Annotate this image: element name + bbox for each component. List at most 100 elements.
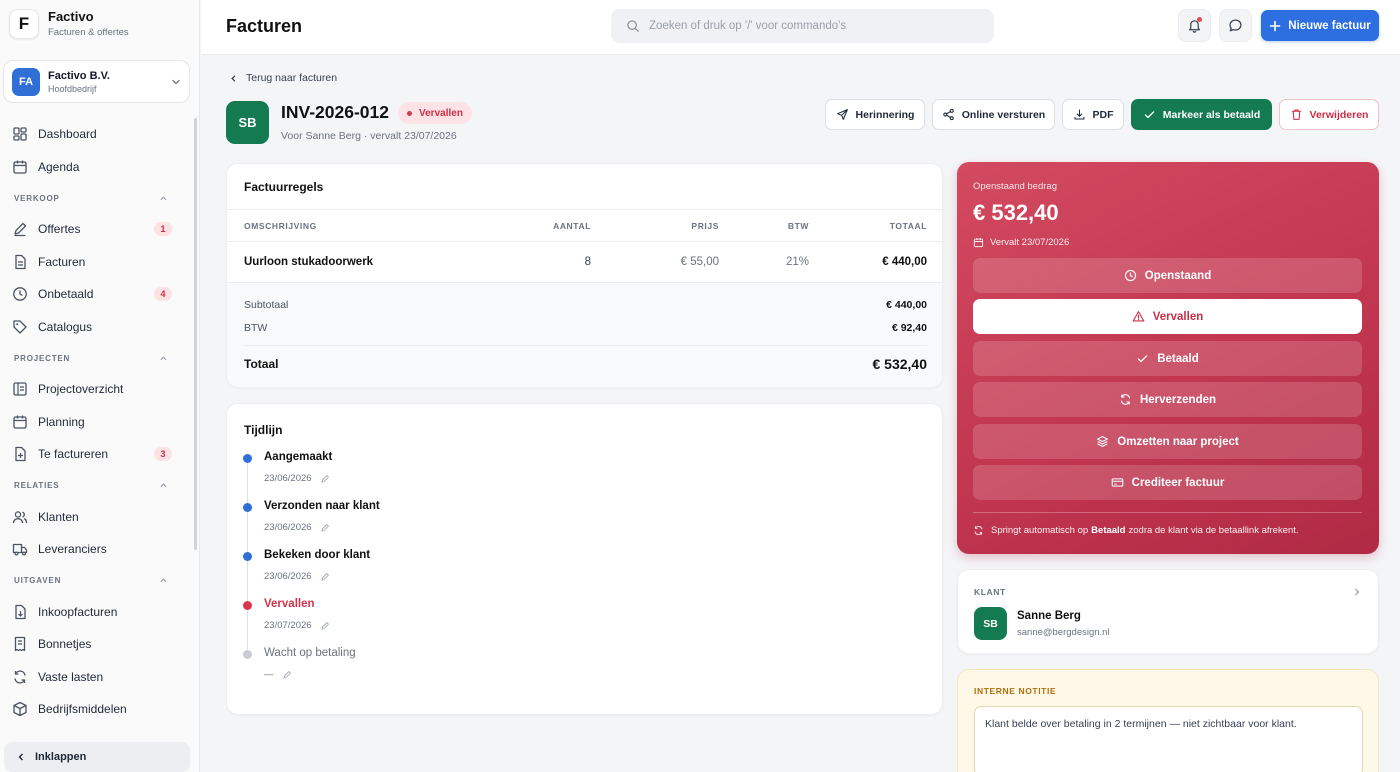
chevron-up-icon	[159, 194, 168, 203]
timeline-event-label: Aangemaakt	[264, 451, 333, 463]
sidebar-item-label: Leveranciers	[38, 542, 107, 557]
mark-paid-button[interactable]: Markeer als betaald	[1131, 99, 1272, 130]
document-icon	[12, 254, 28, 270]
status-badge: Vervallen	[398, 102, 472, 124]
credit-card-icon	[1111, 476, 1124, 489]
new-invoice-button[interactable]: Nieuwe factuur	[1261, 10, 1379, 41]
timeline-date-text: —	[264, 669, 274, 680]
section-header-relations[interactable]: RELATIES	[0, 471, 192, 501]
page-title: Facturen	[226, 16, 303, 36]
sidebar-item-leveranciers[interactable]: Leveranciers	[0, 533, 192, 566]
section-header-expenses[interactable]: UITGAVEN	[0, 566, 192, 596]
brand-logo: F	[9, 9, 39, 39]
sidebar-item-catalogus[interactable]: Catalogus	[0, 311, 192, 344]
resend-button[interactable]: Herverzenden	[973, 382, 1362, 417]
internal-note-field[interactable]	[974, 706, 1363, 772]
pen-icon	[12, 221, 28, 237]
sidebar-item-dashboard[interactable]: Dashboard	[0, 118, 192, 151]
tag-icon	[12, 319, 28, 335]
client-section-label: KLANT	[974, 587, 1006, 597]
plus-icon	[1269, 20, 1281, 32]
edit-icon[interactable]	[320, 474, 330, 484]
calendar-icon	[12, 414, 28, 430]
reminder-button[interactable]: Herinnering	[825, 99, 925, 130]
brand-subtitle: Facturen & offertes	[48, 27, 129, 38]
divider	[227, 209, 942, 210]
file-download-icon	[12, 604, 28, 620]
status-option-overdue[interactable]: Vervallen	[973, 299, 1362, 334]
sidebar-item-bonnetjes[interactable]: Bonnetjes	[0, 628, 192, 661]
chevron-up-icon	[159, 354, 168, 363]
company-switcher[interactable]: FA Factivo B.V. Hoofdbedrijf	[3, 60, 190, 103]
chat-icon	[1228, 18, 1243, 33]
chevron-left-icon	[16, 752, 26, 762]
file-plus-icon	[12, 446, 28, 462]
edit-icon[interactable]	[282, 670, 292, 680]
sidebar-item-facturen[interactable]: Facturen	[0, 246, 192, 279]
download-icon	[1073, 108, 1086, 121]
collapse-sidebar-button[interactable]: Inklappen	[4, 742, 190, 772]
back-label: Terug naar facturen	[246, 72, 338, 84]
subtotal-value: € 440,00	[886, 299, 927, 311]
divider	[227, 241, 942, 242]
clock-icon	[12, 286, 28, 302]
invoice-lines-card: Factuurregels OMSCHRIJVING AANTAL PRIJS …	[226, 163, 943, 388]
option-label: Openstaand	[1144, 269, 1212, 282]
sidebar-item-onbetaald[interactable]: Onbetaald 4	[0, 278, 192, 311]
section-label: RELATIES	[14, 481, 60, 490]
timeline-connector	[247, 558, 248, 603]
notification-dot	[1197, 17, 1202, 22]
timeline-event-date: 23/06/2026	[264, 522, 330, 533]
credit-invoice-button[interactable]: Crediteer factuur	[973, 465, 1362, 500]
status-option-open[interactable]: Openstaand	[973, 258, 1362, 293]
timeline-event-date: 23/06/2026	[264, 473, 330, 484]
brand[interactable]: F Factivo Facturen & offertes	[9, 9, 129, 39]
sidebar-item-agenda[interactable]: Agenda	[0, 151, 192, 184]
warning-icon	[1132, 310, 1145, 323]
timeline-event-date: 23/07/2026	[264, 620, 330, 631]
sidebar-item-projectoverzicht[interactable]: Projectoverzicht	[0, 373, 192, 406]
section-header-projects[interactable]: PROJECTEN	[0, 343, 192, 373]
sidebar-item-label: Offertes	[38, 222, 81, 237]
client-card[interactable]: KLANT SB Sanne Berg sanne@bergdesign.nl	[957, 569, 1379, 654]
sidebar: F Factivo Facturen & offertes FA Factivo…	[0, 0, 200, 772]
sidebar-item-inkoopfacturen[interactable]: Inkoopfacturen	[0, 596, 192, 629]
option-label: Omzetten naar project	[1117, 435, 1239, 448]
edit-icon[interactable]	[320, 523, 330, 533]
sidebar-item-vaste-lasten[interactable]: Vaste lasten	[0, 661, 192, 694]
pdf-button[interactable]: PDF	[1062, 99, 1124, 130]
truck-icon	[12, 541, 28, 557]
reminder-label: Herinnering	[855, 108, 915, 121]
delete-label: Verwijderen	[1309, 108, 1369, 121]
edit-icon[interactable]	[320, 621, 330, 631]
box-icon	[12, 701, 28, 717]
company-subtitle: Hoofdbedrijf	[48, 83, 97, 94]
new-invoice-label: Nieuwe factuur	[1288, 19, 1371, 32]
sidebar-item-te-factureren[interactable]: Te factureren 3	[0, 438, 192, 471]
timeline-event-label: Vervallen	[264, 598, 315, 610]
sidebar-item-klanten[interactable]: Klanten	[0, 501, 192, 534]
convert-to-project-button[interactable]: Omzetten naar project	[973, 424, 1362, 459]
note-bold: Betaald	[1091, 525, 1126, 536]
search-input[interactable]	[611, 9, 994, 43]
sidebar-item-bedrijfsmiddelen[interactable]: Bedrijfsmiddelen	[0, 693, 192, 726]
sidebar-scrollbar[interactable]	[194, 118, 197, 550]
vat-value: € 92,40	[891, 322, 927, 334]
messages-button[interactable]	[1219, 9, 1252, 42]
refresh-icon	[973, 525, 984, 536]
status-option-paid[interactable]: Betaald	[973, 341, 1362, 376]
back-link[interactable]: Terug naar facturen	[229, 72, 337, 84]
sidebar-item-offertes[interactable]: Offertes 1	[0, 213, 192, 246]
send-online-button[interactable]: Online versturen	[932, 99, 1055, 130]
section-label: VERKOOP	[14, 193, 60, 203]
delete-button[interactable]: Verwijderen	[1279, 99, 1379, 130]
edit-icon[interactable]	[320, 572, 330, 582]
notifications-button[interactable]	[1178, 9, 1211, 42]
sidebar-item-label: Dashboard	[38, 127, 97, 142]
share-icon	[942, 108, 955, 121]
top-bar: Facturen Nieuwe factuur	[201, 0, 1400, 55]
calendar-icon	[973, 237, 984, 248]
timeline-connector	[247, 607, 248, 652]
section-header-sales[interactable]: VERKOOP	[0, 183, 192, 213]
sidebar-item-planning[interactable]: Planning	[0, 406, 192, 439]
